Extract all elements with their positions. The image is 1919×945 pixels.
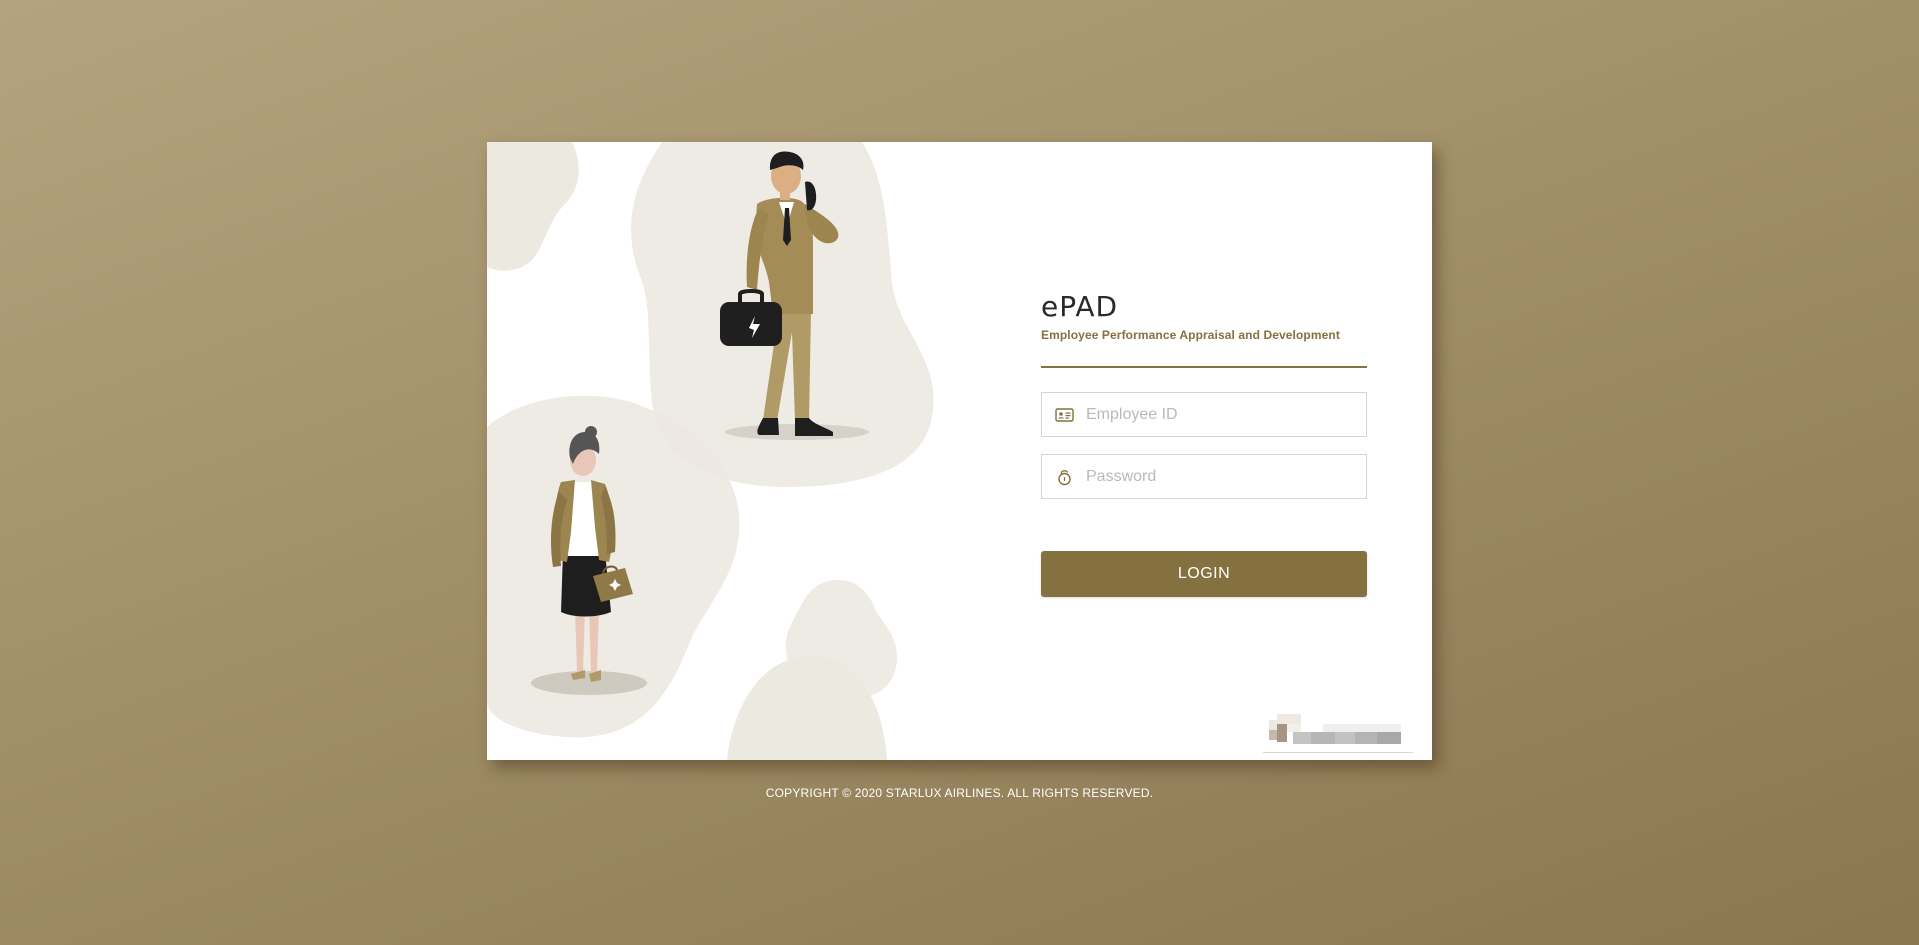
- lock-icon: [1058, 470, 1071, 486]
- password-input[interactable]: [1086, 455, 1356, 498]
- app-subtitle: Employee Performance Appraisal and Devel…: [1041, 328, 1340, 342]
- login-card: ePAD Employee Performance Appraisal and …: [487, 142, 1432, 760]
- employee-id-field: [1041, 392, 1367, 437]
- login-button[interactable]: LOGIN: [1041, 551, 1367, 597]
- id-card-icon: [1055, 408, 1074, 422]
- app-logo: ePAD: [1041, 290, 1119, 323]
- company-logo: [1263, 714, 1413, 753]
- copyright-text: COPYRIGHT © 2020 STARLUX AIRLINES. ALL R…: [765, 786, 1154, 800]
- password-field: [1041, 454, 1367, 499]
- employee-id-input[interactable]: [1086, 393, 1356, 436]
- login-panel: ePAD Employee Performance Appraisal and …: [1041, 292, 1367, 597]
- blob-top-left: [487, 142, 579, 271]
- divider: [1041, 366, 1367, 368]
- business-people-illustration: [487, 142, 934, 760]
